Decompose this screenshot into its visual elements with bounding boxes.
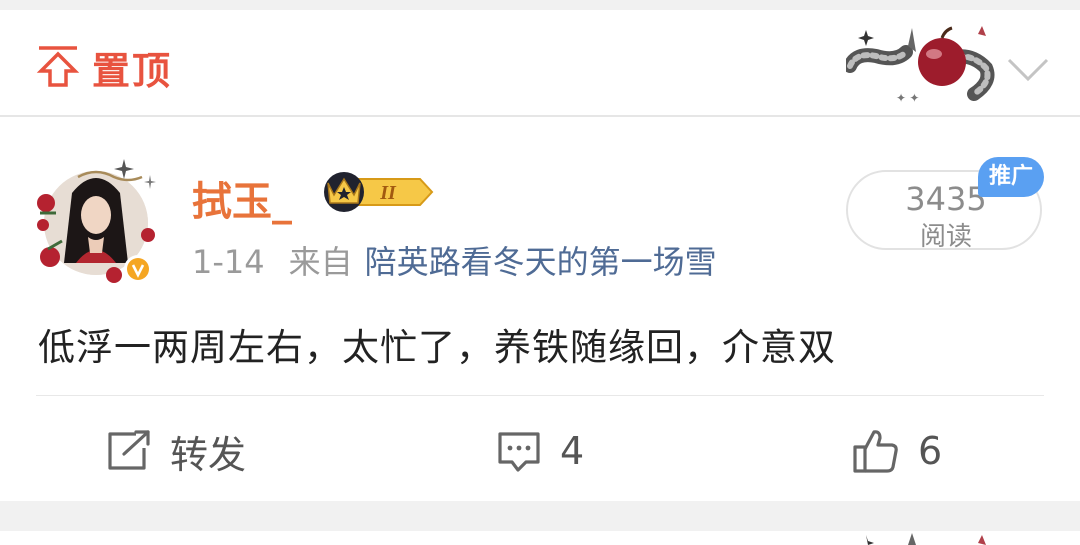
comment-button[interactable]: 4 (496, 425, 584, 477)
pin-top-icon (36, 46, 80, 87)
divider (36, 395, 1044, 396)
avatar[interactable] (32, 153, 160, 283)
share-square-icon (108, 430, 150, 470)
like-count: 6 (918, 429, 943, 473)
vip-level-text: II (379, 182, 397, 204)
read-label: 阅读 (919, 222, 972, 252)
thumbs-up-icon (853, 430, 898, 473)
source-link[interactable]: 陪英路看冬天的第一场雪 (365, 243, 717, 281)
source-prefix: 来自 (288, 243, 353, 281)
post-content[interactable]: 低浮一两周左右，太忙了，养铁随缘回，介意双 (38, 317, 836, 371)
like-button[interactable]: 6 (852, 425, 942, 477)
pin-label: 置顶 (92, 49, 173, 93)
avatar-image (37, 159, 156, 283)
username[interactable]: 拭玉_ (192, 169, 292, 227)
post-meta: 1-14 来自 陪英路看冬天的第一场雪 (192, 237, 717, 283)
post-date: 1-14 (192, 243, 265, 281)
comment-count: 4 (560, 429, 585, 473)
vip-crown-badge-icon[interactable]: II (316, 169, 436, 215)
decorative-apple-sticker-icon: ✦ ✦ (846, 26, 995, 105)
top-gap (0, 0, 1080, 10)
promote-badge[interactable]: 推广 (978, 157, 1044, 197)
comment-icon (498, 432, 540, 472)
svg-text:✦ ✦: ✦ ✦ (896, 91, 919, 105)
repost-button[interactable]: 转发 (106, 425, 246, 477)
chevron-down-icon[interactable] (1006, 54, 1050, 84)
bottom-gap (0, 501, 1080, 531)
repost-label: 转发 (170, 432, 247, 477)
post-card: 拭玉_ II 1-14 来自 陪英路看冬天的第一场雪 3435 阅读 推广 低浮一两… (0, 117, 1080, 501)
decorative-sticker-partial-icon (866, 533, 986, 545)
pinned-header: 置顶 ✦ ✦ (0, 10, 1080, 117)
